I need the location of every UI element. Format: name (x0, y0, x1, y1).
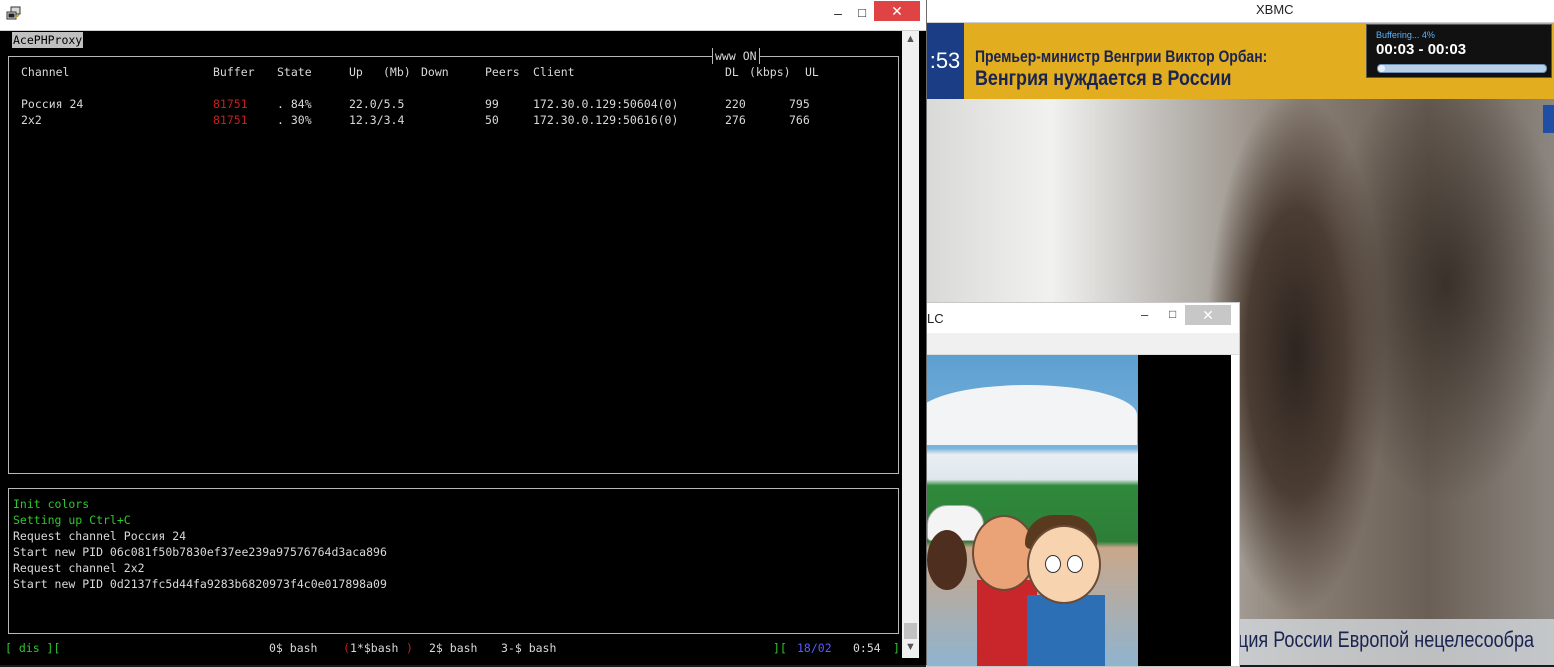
channel-state: . 30% (277, 113, 312, 127)
vlc-close-button[interactable]: ✕ (1185, 305, 1231, 325)
status-left: [ dis ][ (5, 641, 61, 655)
channel-client: 172.30.0.129:50604(0) (533, 97, 679, 111)
channel-buffer: 81751 (213, 97, 248, 111)
channel-name[interactable]: Россия 24 (21, 96, 83, 112)
buffering-label: Buffering... 4% (1376, 30, 1435, 40)
character-eye (1045, 555, 1061, 573)
status-window-3[interactable]: 3-$ bash (501, 640, 556, 656)
channel-peers: 99 (485, 97, 499, 111)
header-peers: Peers (485, 65, 520, 79)
status-window-0[interactable]: 0$ bash (269, 640, 317, 656)
vlc-minimize-button[interactable]: – (1141, 307, 1148, 322)
playback-osd: Buffering... 4% 00:03 - 00:03 (1366, 24, 1552, 78)
vlc-video[interactable] (927, 355, 1231, 666)
status-window-2[interactable]: 2$ bash (429, 640, 477, 656)
scroll-thumb[interactable] (904, 623, 917, 639)
terminal-titlebar[interactable]: – □ ✕ (0, 0, 926, 31)
header-mb: (Mb) (383, 65, 411, 79)
channel-state: . 84% (277, 97, 312, 111)
status-right-bracket: ][ (773, 641, 787, 655)
header-ul: UL (805, 65, 819, 79)
xbmc-title: XBMC (1256, 2, 1294, 17)
character-head (927, 530, 967, 590)
maximize-button[interactable]: □ (850, 2, 874, 24)
cartoon-frame (927, 355, 1138, 666)
channel-updown: 12.3/3.4 (349, 113, 405, 127)
header-buffer: Buffer (213, 65, 255, 79)
bottom-ticker: ция России Европой нецелесообра (1236, 619, 1554, 665)
minimize-button[interactable]: – (826, 2, 850, 24)
terminal-window: – □ ✕ AcePHProxy www ON Channel Buffer S… (0, 0, 927, 665)
snow-mountain (927, 385, 1137, 445)
www-status: www ON (712, 48, 760, 64)
putty-icon[interactable] (6, 6, 22, 22)
status-window-1-open: ( (343, 641, 350, 655)
log-line: Request channel 2x2 (13, 561, 145, 575)
header-dl: DL (725, 65, 739, 79)
character-body (1027, 595, 1105, 666)
channel-name[interactable]: 2x2 (21, 112, 42, 128)
status-date: 18/02 (797, 641, 832, 655)
time-range: 00:03 - 00:03 (1376, 41, 1467, 58)
channel-dl: 276 (725, 113, 746, 127)
log-line: Start new PID 06c081f50b7830ef37ee239a97… (13, 545, 387, 559)
channel-dl: 220 (725, 97, 746, 111)
scroll-up-icon[interactable]: ▲ (905, 33, 916, 45)
header-channel: Channel (21, 65, 70, 79)
character-eye (1067, 555, 1083, 573)
header-client: Client (533, 65, 575, 79)
vlc-title: LC (927, 311, 944, 326)
progress-bar[interactable] (1377, 64, 1547, 73)
channel-logo-fragment (1543, 105, 1554, 133)
app-name: AcePHProxy (12, 32, 84, 48)
channel-peers: 50 (485, 113, 499, 127)
terminal-scrollbar[interactable]: ▲ ▼ (902, 31, 919, 658)
log-line: Init colors (13, 497, 90, 511)
channel-buffer: 81751 (213, 113, 248, 127)
character-head (1027, 525, 1101, 604)
channel-client: 172.30.0.129:50616(0) (533, 113, 679, 127)
log-line: Start new PID 0d2137fc5d44fa9283b6820973… (13, 577, 387, 591)
scroll-down-icon[interactable]: ▼ (905, 641, 916, 653)
news-clock: :53 (926, 23, 964, 99)
header-state: State (277, 65, 312, 79)
log-line: Setting up Ctrl+C (13, 513, 131, 527)
status-window-1-close: ) (406, 641, 413, 655)
channel-updown: 22.0/5.5 (349, 97, 405, 111)
status-window-1[interactable]: 1*$bash (350, 640, 398, 656)
channels-panel (8, 56, 899, 474)
vlc-maximize-button[interactable]: □ (1169, 307, 1176, 321)
vlc-titlebar[interactable]: LC – □ ✕ (927, 303, 1239, 333)
status-time: 0:54 (853, 641, 881, 655)
status-end: ] (893, 641, 900, 655)
header-up: Up (349, 65, 363, 79)
header-kbps: (kbps) (749, 65, 791, 79)
log-line: Request channel Россия 24 (13, 529, 187, 543)
channel-ul: 766 (789, 113, 810, 127)
vlc-menubar[interactable] (927, 333, 1239, 355)
close-button[interactable]: ✕ (874, 1, 920, 21)
channel-ul: 795 (789, 97, 810, 111)
bottom-ticker-text: ция России Европой нецелесообра (1238, 627, 1535, 652)
progress-fill (1378, 65, 1385, 72)
xbmc-titlebar[interactable]: XBMC (926, 0, 1554, 23)
vlc-window: LC – □ ✕ (926, 302, 1240, 667)
news-headline-line2: Венгрия нуждается в России (975, 67, 1232, 90)
header-down: Down (421, 65, 449, 79)
news-headline-line1: Премьер-министр Венгрии Виктор Орбан: (975, 47, 1268, 66)
character-head (972, 515, 1036, 591)
